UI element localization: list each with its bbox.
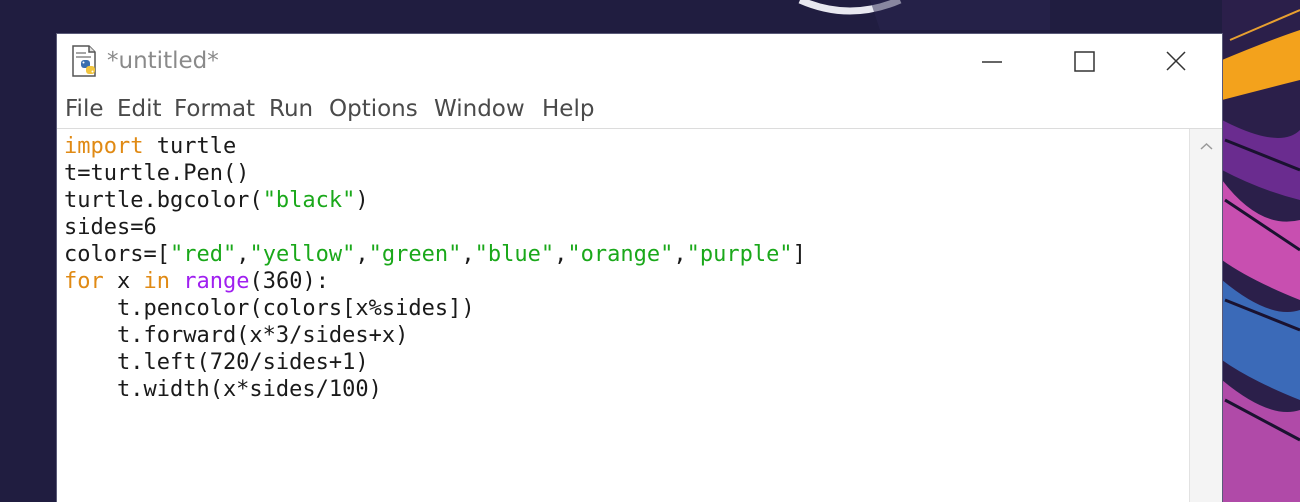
code-token: turtle.bgcolor( bbox=[64, 188, 263, 213]
menu-help[interactable]: Help bbox=[542, 94, 594, 124]
code-token: ) bbox=[355, 188, 369, 213]
keyword-token: for bbox=[64, 269, 104, 294]
menu-edit[interactable]: Edit bbox=[117, 94, 162, 124]
close-icon bbox=[1166, 51, 1186, 71]
code-token: sides=6 bbox=[64, 215, 157, 240]
code-token: , bbox=[461, 242, 475, 267]
maximize-button[interactable] bbox=[1039, 34, 1131, 90]
string-token: "yellow" bbox=[249, 242, 356, 267]
builtin-token: range bbox=[183, 269, 250, 294]
scroll-up-button[interactable] bbox=[1190, 129, 1222, 163]
chevron-up-icon bbox=[1200, 142, 1213, 150]
keyword-token: import bbox=[64, 134, 144, 159]
string-token: "orange" bbox=[567, 242, 674, 267]
string-token: "blue" bbox=[474, 242, 555, 267]
code-token: colors=[ bbox=[64, 242, 170, 267]
code-line: colors=["red","yellow","green","blue","o… bbox=[64, 241, 806, 268]
menu-options[interactable]: Options bbox=[329, 94, 418, 124]
close-button[interactable] bbox=[1131, 34, 1222, 90]
code-line: t.forward(x*3/sides+x) bbox=[64, 322, 806, 349]
code-line: t.pencolor(colors[x%sides]) bbox=[64, 295, 806, 322]
code-token: , bbox=[554, 242, 568, 267]
code-token: (360): bbox=[249, 269, 329, 294]
window-title: *untitled* bbox=[107, 48, 219, 74]
code-token: , bbox=[355, 242, 369, 267]
code-token: t.pencolor(colors[x%sides]) bbox=[64, 296, 475, 321]
menu-file[interactable]: File bbox=[65, 94, 104, 124]
code-editor[interactable]: import turtle t=turtle.Pen() turtle.bgcolo… bbox=[57, 129, 1189, 502]
code-line: sides=6 bbox=[64, 214, 806, 241]
code-text[interactable]: import turtle t=turtle.Pen() turtle.bgcolo… bbox=[64, 133, 806, 403]
code-token: x bbox=[103, 269, 144, 294]
string-token: "black" bbox=[262, 188, 356, 213]
idle-editor-window[interactable]: *untitled* File Edit Format Run Options … bbox=[57, 34, 1222, 502]
maximize-icon bbox=[1074, 51, 1095, 72]
vertical-scrollbar[interactable] bbox=[1189, 129, 1222, 502]
keyword-token: in bbox=[143, 269, 171, 294]
code-line: t.width(x*sides/100) bbox=[64, 376, 806, 403]
code-line: t.left(720/sides+1) bbox=[64, 349, 806, 376]
code-token: t.width(x*sides/100) bbox=[64, 377, 382, 402]
code-line: for x in range(360): bbox=[64, 268, 806, 295]
minimize-icon bbox=[982, 61, 1002, 63]
code-token: t=turtle.Pen() bbox=[64, 161, 250, 186]
minimize-button[interactable] bbox=[947, 34, 1039, 90]
menu-run[interactable]: Run bbox=[269, 94, 313, 124]
python-file-icon bbox=[67, 43, 103, 79]
string-token: "green" bbox=[368, 242, 462, 267]
string-token: "purple" bbox=[686, 242, 793, 267]
string-token: "red" bbox=[169, 242, 237, 267]
code-line: turtle.bgcolor("black") bbox=[64, 187, 806, 214]
code-token: t.forward(x*3/sides+x) bbox=[64, 323, 409, 348]
code-token: , bbox=[673, 242, 687, 267]
title-bar[interactable]: *untitled* bbox=[57, 34, 1222, 90]
menu-window[interactable]: Window bbox=[434, 94, 525, 124]
code-line: t=turtle.Pen() bbox=[64, 160, 806, 187]
menu-bar: File Edit Format Run Options Window Help bbox=[57, 90, 1222, 129]
code-line: import turtle bbox=[64, 133, 806, 160]
menu-format[interactable]: Format bbox=[174, 94, 255, 124]
code-token: , bbox=[236, 242, 250, 267]
code-token: turtle bbox=[143, 134, 237, 159]
code-token: t.left(720/sides+1) bbox=[64, 350, 369, 375]
code-token: ] bbox=[792, 242, 806, 267]
